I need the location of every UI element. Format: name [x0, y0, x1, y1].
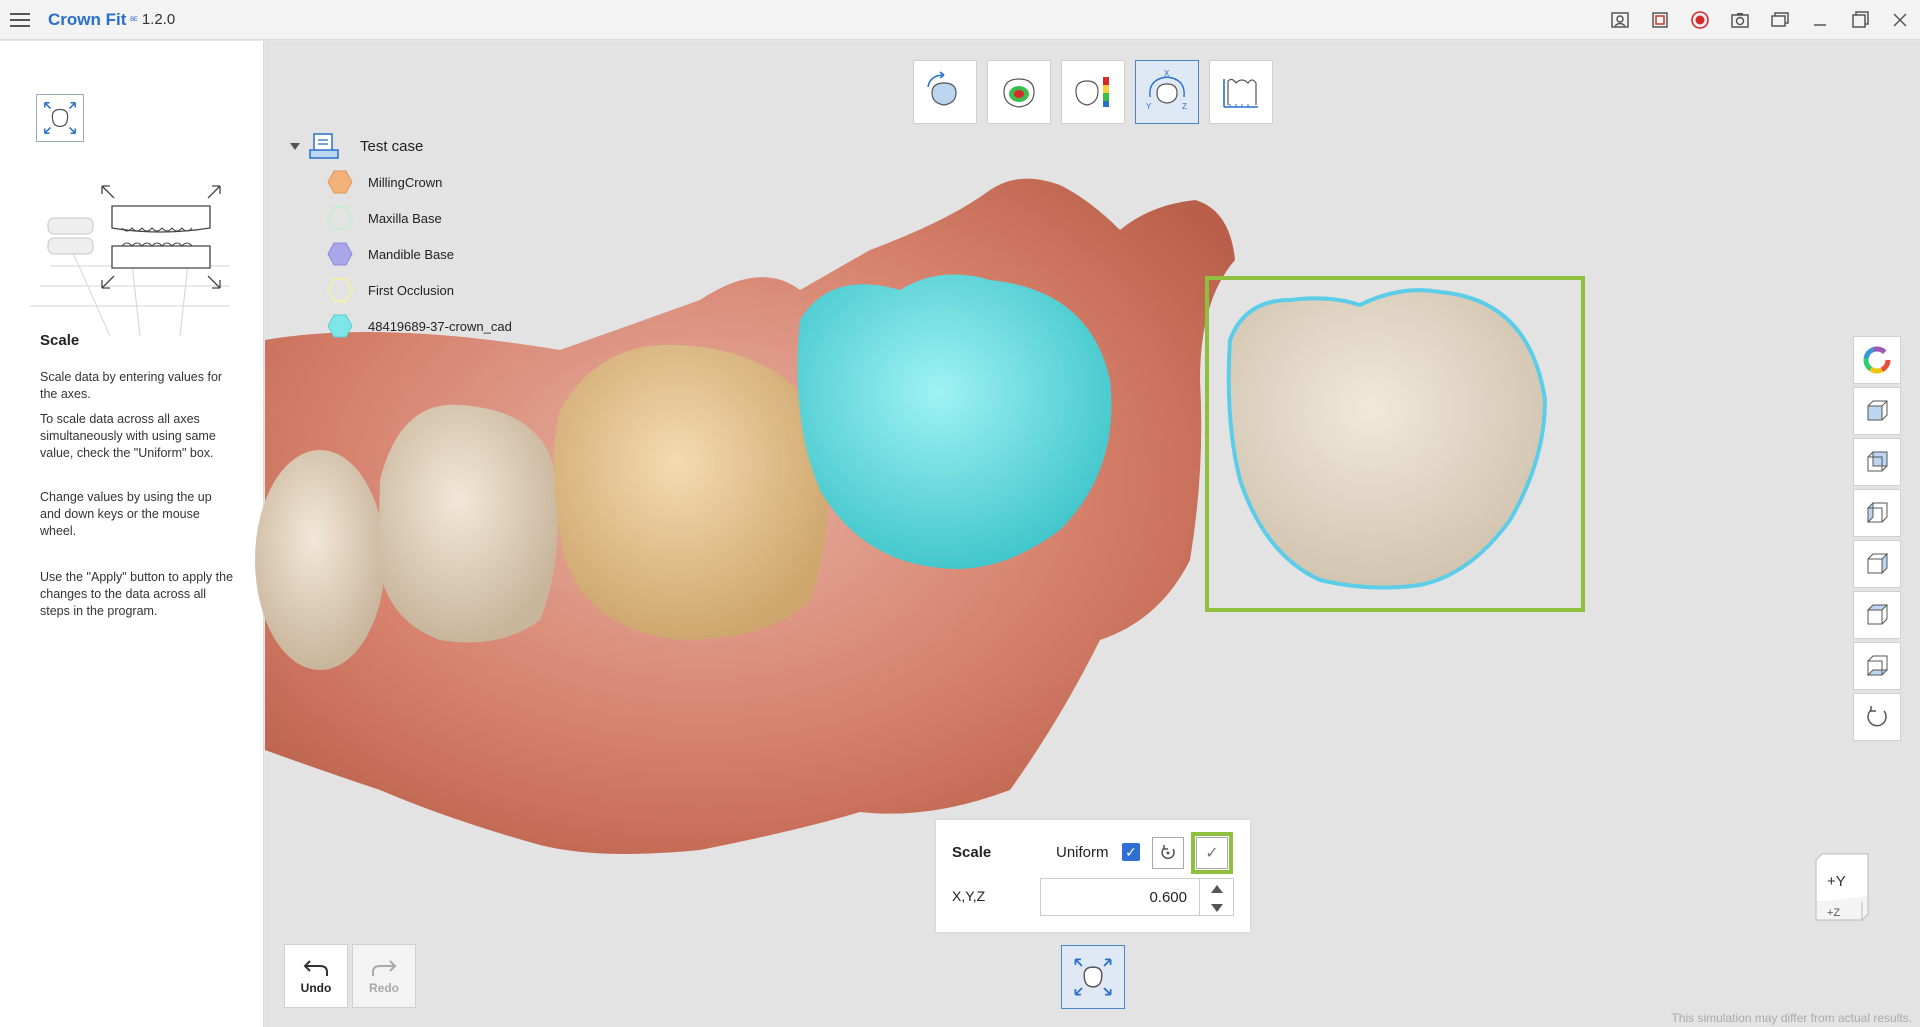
- redo-button[interactable]: Redo: [352, 944, 416, 1008]
- occlusion-map-icon: [1003, 78, 1035, 108]
- arrow-down-icon: [1210, 903, 1223, 912]
- hexagon-icon: [327, 170, 353, 194]
- tree-item-label: MillingCrown: [368, 174, 443, 190]
- xyz-label: X,Y,Z: [952, 888, 986, 904]
- orientation-top-label: +Y: [1827, 873, 1846, 890]
- undo-label: Undo: [300, 981, 332, 995]
- view-bottom-button[interactable]: [1853, 642, 1901, 690]
- axis-transform-icon: X Y Z: [1146, 69, 1187, 111]
- reset-icon: [1161, 845, 1175, 860]
- tree-item-label: Maxilla Base: [368, 210, 442, 226]
- view-left-button[interactable]: [1853, 489, 1901, 537]
- mode-toolbar: X Y Z: [913, 60, 1273, 124]
- ruler-measure-icon: [1223, 78, 1258, 108]
- occlusion-map-button[interactable]: [987, 60, 1051, 124]
- cube-back-icon: [1867, 451, 1888, 472]
- scale-title: Scale: [952, 844, 992, 861]
- view-right-button[interactable]: [1853, 540, 1901, 588]
- fit-view-button[interactable]: [1061, 945, 1125, 1009]
- disclaimer-text: This simulation may differ from actual r…: [1671, 1011, 1912, 1025]
- cube-left-icon: [1867, 501, 1888, 524]
- step-down-button[interactable]: [1200, 898, 1233, 917]
- reset-scale-button[interactable]: [1152, 837, 1184, 869]
- scale-panel: Scale Uniform ✓ ✓ X,Y,Z: [936, 820, 1250, 932]
- hexagon-icon: [327, 314, 353, 338]
- rotate-model-button[interactable]: [913, 60, 977, 124]
- svg-text:Z: Z: [1182, 102, 1187, 111]
- object-tree: Test case MillingCrown Maxilla Base Mand…: [290, 128, 512, 344]
- view-top-button[interactable]: [1853, 591, 1901, 639]
- tree-item-milling-crown[interactable]: MillingCrown: [326, 164, 512, 200]
- cube-front-icon: [1867, 400, 1888, 421]
- view-back-button[interactable]: [1853, 438, 1901, 486]
- cube-right-icon: [1867, 552, 1888, 575]
- selection-highlight: [1205, 276, 1585, 612]
- uniform-label: Uniform: [1056, 844, 1109, 861]
- redo-label: Redo: [369, 981, 399, 995]
- tree-root-test-case[interactable]: Test case: [290, 128, 512, 164]
- tree-item-maxilla-base[interactable]: Maxilla Base: [326, 200, 512, 236]
- transform-xyz-button[interactable]: X Y Z: [1135, 60, 1199, 124]
- tree-item-mandible-base[interactable]: Mandible Base: [326, 236, 512, 272]
- collapse-caret-icon[interactable]: [290, 142, 300, 150]
- svg-text:X: X: [1164, 69, 1170, 78]
- color-wheel-icon: [1863, 346, 1891, 374]
- tree-root-label: Test case: [360, 137, 424, 155]
- color-mode-button[interactable]: [1853, 336, 1901, 384]
- redo-arrow-icon: [372, 960, 397, 976]
- rotate-tooth-icon: [927, 71, 957, 106]
- view-front-button[interactable]: [1853, 387, 1901, 435]
- tooth-fit-icon: [1074, 958, 1112, 996]
- tree-item-label: Mandible Base: [368, 246, 454, 262]
- step-up-button[interactable]: [1200, 879, 1233, 898]
- thickness-map-button[interactable]: [1061, 60, 1125, 124]
- undo-button[interactable]: Undo: [284, 944, 348, 1008]
- orientation-bottom-label: +Z: [1827, 907, 1840, 919]
- scale-value-input[interactable]: [1040, 878, 1200, 916]
- tree-item-label: First Occlusion: [368, 282, 454, 298]
- thickness-map-icon: [1075, 77, 1109, 107]
- hexagon-icon: [326, 206, 354, 230]
- reset-rotation-icon: [1867, 706, 1887, 727]
- view-toolbar: [1853, 336, 1901, 741]
- cube-top-icon: [1866, 604, 1889, 625]
- orientation-cube[interactable]: +Y +Z: [1812, 850, 1872, 926]
- reset-view-button[interactable]: [1853, 693, 1901, 741]
- apply-highlight: [1191, 832, 1233, 874]
- measure-button[interactable]: [1209, 60, 1273, 124]
- uniform-checkbox[interactable]: ✓: [1122, 843, 1140, 861]
- arrow-up-icon: [1210, 884, 1223, 893]
- hexagon-icon: [326, 278, 354, 302]
- tree-item-label: 48419689-37-crown_cad: [368, 318, 512, 334]
- tree-item-crown-cad[interactable]: 48419689-37-crown_cad: [326, 308, 512, 344]
- tree-item-first-occlusion[interactable]: First Occlusion: [326, 272, 512, 308]
- case-folder-icon: [309, 133, 339, 159]
- cube-bottom-icon: [1866, 655, 1889, 676]
- hexagon-icon: [327, 242, 353, 266]
- undo-arrow-icon: [303, 960, 328, 976]
- scale-stepper: [1200, 878, 1234, 916]
- svg-text:Y: Y: [1146, 102, 1152, 111]
